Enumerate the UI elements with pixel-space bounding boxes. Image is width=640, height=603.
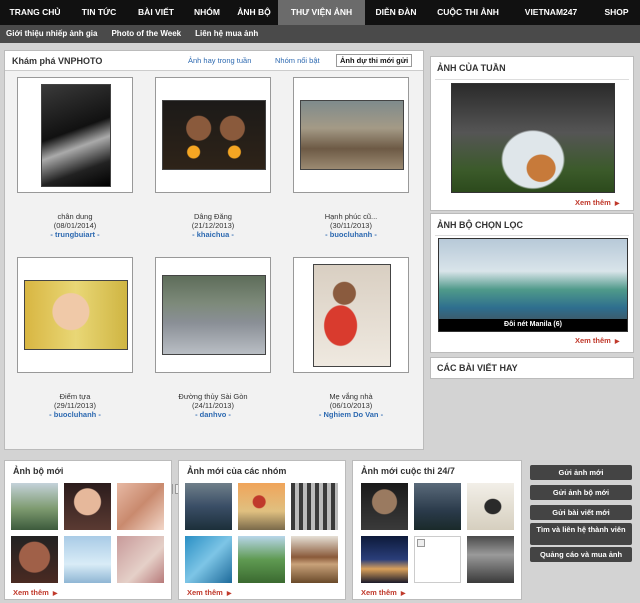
photo-card: Điểm tựa (29/11/2013) - buocluhanh - xyxy=(17,257,133,419)
group-thumbnail[interactable] xyxy=(238,483,285,530)
contest-thumbnail[interactable] xyxy=(361,536,408,583)
photo-of-week-box: ẢNH CỦA TUẦN Xem thêm ▶ xyxy=(430,56,634,211)
advertise-buy-button[interactable]: Quảng cáo và mua ảnh xyxy=(530,547,632,562)
photo-date: (24/11/2013) xyxy=(192,401,234,410)
photo-title: Đường thủy Sài Gòn xyxy=(178,392,248,401)
photo-title: Dâng Đăng xyxy=(194,212,232,221)
photo-thumbnail[interactable] xyxy=(293,77,409,193)
tab-featured-groups[interactable]: Nhóm nổi bật xyxy=(275,56,320,65)
new-albums-block: Ảnh bộ mới Xem thêm ▶ xyxy=(4,460,172,600)
photo-of-week-more-link[interactable]: Xem thêm ▶ xyxy=(575,198,619,207)
nav-item-vietnam247[interactable]: VIETNAM247 xyxy=(509,0,593,25)
new-albums-title: Ảnh bộ mới xyxy=(13,466,64,476)
photo-author-link[interactable]: - buocluhanh - xyxy=(293,230,409,239)
photo-author-link[interactable]: - khaichua - xyxy=(155,230,271,239)
selected-albums-more-link[interactable]: Xem thêm ▶ xyxy=(575,336,619,345)
photo-author-link[interactable]: - danhvo - xyxy=(155,410,271,419)
nav-item-groups[interactable]: NHÓM xyxy=(184,0,230,25)
selected-albums-title: ẢNH BỘ CHỌN LỌC xyxy=(437,220,523,230)
explore-title: Khám phá VNPHOTO xyxy=(12,56,103,66)
new-albums-more-link[interactable]: Xem thêm ▶ xyxy=(13,588,57,597)
photo-author-link[interactable]: - trungbuiart - xyxy=(17,230,133,239)
featured-articles-title[interactable]: CÁC BÀI VIẾT HAY xyxy=(437,363,518,373)
photo-author-link[interactable]: - buocluhanh - xyxy=(17,410,133,419)
find-members-button[interactable]: Tìm và liên hệ thành viên xyxy=(530,523,632,545)
selected-album-image[interactable]: Đôi nét Manila (6) xyxy=(438,238,628,332)
photo-date: (29/11/2013) xyxy=(54,401,96,410)
photo-card: Đường thủy Sài Gòn (24/11/2013) - danhvo… xyxy=(155,257,271,419)
group-photos-more-link[interactable]: Xem thêm ▶ xyxy=(187,588,231,597)
photo-thumbnail[interactable] xyxy=(17,257,133,373)
selected-albums-box: ẢNH BỘ CHỌN LỌC Đôi nét Manila (6) Xem t… xyxy=(430,213,634,353)
nav-item-articles[interactable]: BÀI VIẾT xyxy=(128,0,184,25)
subnav-buy-photos[interactable]: Liên hệ mua ảnh xyxy=(195,25,258,43)
explore-panel: Khám phá VNPHOTO Ảnh hay trong tuần Nhóm… xyxy=(4,50,424,494)
contest-photos-more-link[interactable]: Xem thêm ▶ xyxy=(361,588,405,597)
contest-thumbnail[interactable] xyxy=(467,483,514,530)
contest-photos-block: Ảnh mới cuộc thi 24/7 Xem thêm ▶ xyxy=(352,460,522,600)
album-thumbnail[interactable] xyxy=(64,536,111,583)
contest-thumbnail[interactable] xyxy=(467,536,514,583)
nav-item-news[interactable]: TIN TỨC xyxy=(70,0,128,25)
group-thumbnail[interactable] xyxy=(238,536,285,583)
contest-thumbnail[interactable] xyxy=(361,483,408,530)
album-thumbnail[interactable] xyxy=(117,536,164,583)
nav-item-forum[interactable]: DIỄN ĐÀN xyxy=(365,0,427,25)
photo-card: Dâng Đăng (21/12/2013) - khaichua - xyxy=(155,77,271,239)
group-photos-block: Ảnh mới của các nhóm Xem thêm ▶ xyxy=(178,460,346,600)
photo-title: chân dung xyxy=(57,212,93,221)
album-thumbnail[interactable] xyxy=(117,483,164,530)
contest-thumbnail-broken[interactable] xyxy=(414,536,461,583)
tab-weekly-best[interactable]: Ảnh hay trong tuần xyxy=(188,56,251,65)
photo-author-link[interactable]: - Nghiem Do Van - xyxy=(293,410,409,419)
group-photos-title: Ảnh mới của các nhóm xyxy=(187,466,287,476)
photo-of-week-title: ẢNH CỦA TUẦN xyxy=(437,63,506,73)
photo-date: (21/12/2013) xyxy=(191,221,235,230)
photo-title: Điểm tựa xyxy=(59,392,91,401)
photo-thumbnail[interactable] xyxy=(17,77,133,193)
nav-item-albums[interactable]: ẢNH BỘ xyxy=(230,0,278,25)
group-thumbnail[interactable] xyxy=(185,483,232,530)
photo-card: Hạnh phúc cũ... (30/11/2013) - buocluhan… xyxy=(293,77,409,239)
nav-item-home[interactable]: TRANG CHỦ xyxy=(0,0,70,25)
subnav-photographers[interactable]: Giới thiệu nhiếp ảnh gia xyxy=(6,25,97,43)
group-thumbnail[interactable] xyxy=(291,536,338,583)
subnav-photo-of-week[interactable]: Photo of the Week xyxy=(111,25,181,43)
broken-image-icon xyxy=(417,539,425,547)
top-nav: TRANG CHỦ TIN TỨC BÀI VIẾT NHÓM ẢNH BỘ T… xyxy=(0,0,640,25)
photo-thumbnail[interactable] xyxy=(293,257,409,373)
tab-new-contest[interactable]: Ảnh dự thi mới gửi xyxy=(336,54,413,67)
photo-title: Mẹ vắng nhà xyxy=(329,392,373,401)
photo-of-week-image[interactable] xyxy=(451,83,615,193)
photo-date: (30/11/2013) xyxy=(330,221,372,230)
contest-thumbnail[interactable] xyxy=(414,483,461,530)
album-thumbnail[interactable] xyxy=(64,483,111,530)
explore-header: Khám phá VNPHOTO Ảnh hay trong tuần Nhóm… xyxy=(5,51,423,71)
submit-album-button[interactable]: Gửi ảnh bộ mới xyxy=(530,485,632,500)
submit-photo-button[interactable]: Gửi ảnh mới xyxy=(530,465,632,480)
album-thumbnail[interactable] xyxy=(11,483,58,530)
photo-card: chân dung (08/01/2014) - trungbuiart - xyxy=(17,77,133,239)
photo-date: (06/10/2013) xyxy=(329,401,373,410)
photo-title: Hạnh phúc cũ... xyxy=(324,212,378,221)
photo-thumbnail[interactable] xyxy=(155,77,271,193)
photo-thumbnail[interactable] xyxy=(155,257,271,373)
photo-card: Mẹ vắng nhà (06/10/2013) - Nghiem Do Van… xyxy=(293,257,409,419)
group-thumbnail[interactable] xyxy=(291,483,338,530)
album-thumbnail[interactable] xyxy=(11,536,58,583)
sub-nav: Giới thiệu nhiếp ảnh gia Photo of the We… xyxy=(0,25,640,43)
contest-photos-title: Ảnh mới cuộc thi 24/7 xyxy=(361,466,455,476)
nav-item-shop[interactable]: SHOP xyxy=(593,0,640,25)
album-caption: Đôi nét Manila (6) xyxy=(439,319,627,331)
nav-item-library[interactable]: THƯ VIỆN ẢNH xyxy=(278,0,365,25)
featured-articles-box: CÁC BÀI VIẾT HAY xyxy=(430,357,634,379)
nav-item-contest[interactable]: CUỘC THI ẢNH xyxy=(427,0,509,25)
photo-date: (08/01/2014) xyxy=(53,221,97,230)
group-thumbnail[interactable] xyxy=(185,536,232,583)
submit-article-button[interactable]: Gửi bài viết mới xyxy=(530,505,632,520)
